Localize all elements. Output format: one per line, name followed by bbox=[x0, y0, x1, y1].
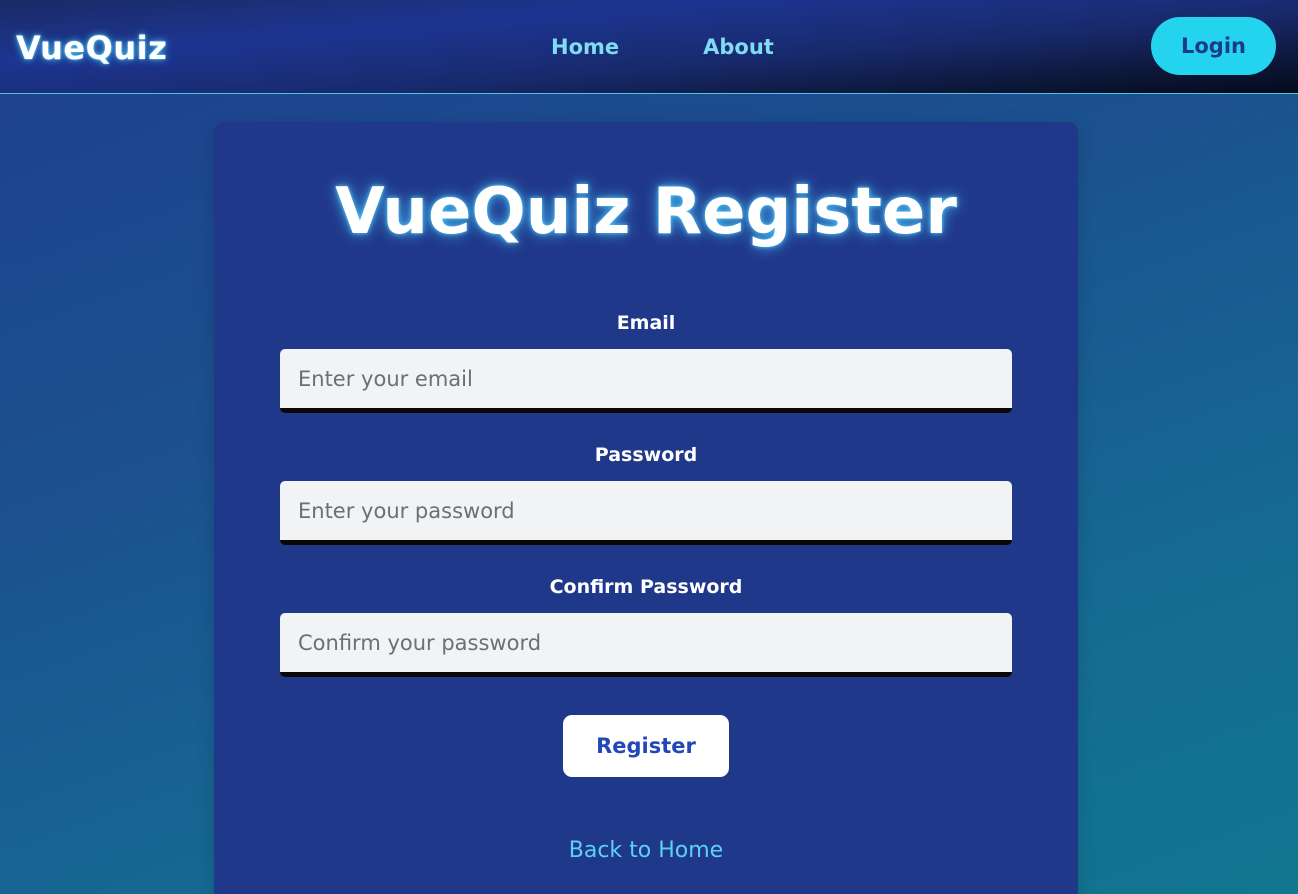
page-title: VueQuiz Register bbox=[335, 175, 957, 249]
password-label: Password bbox=[594, 444, 698, 466]
email-field[interactable] bbox=[280, 349, 1012, 413]
brand-logo[interactable]: VueQuiz bbox=[16, 28, 167, 68]
nav-links: Home About bbox=[551, 33, 774, 61]
email-label: Email bbox=[616, 312, 676, 334]
password-field[interactable] bbox=[280, 481, 1012, 545]
nav-home-link[interactable]: Home bbox=[551, 33, 619, 61]
login-button[interactable]: Login bbox=[1151, 17, 1276, 75]
register-button[interactable]: Register bbox=[563, 715, 729, 777]
navbar: VueQuiz Home About Login bbox=[0, 0, 1298, 94]
nav-about-link[interactable]: About bbox=[703, 33, 774, 61]
confirm-password-label: Confirm Password bbox=[549, 576, 743, 598]
back-to-home-link[interactable]: Back to Home bbox=[214, 836, 1078, 866]
confirm-password-field[interactable] bbox=[280, 613, 1012, 677]
register-card: VueQuiz Register Email Password Confirm … bbox=[214, 122, 1078, 894]
